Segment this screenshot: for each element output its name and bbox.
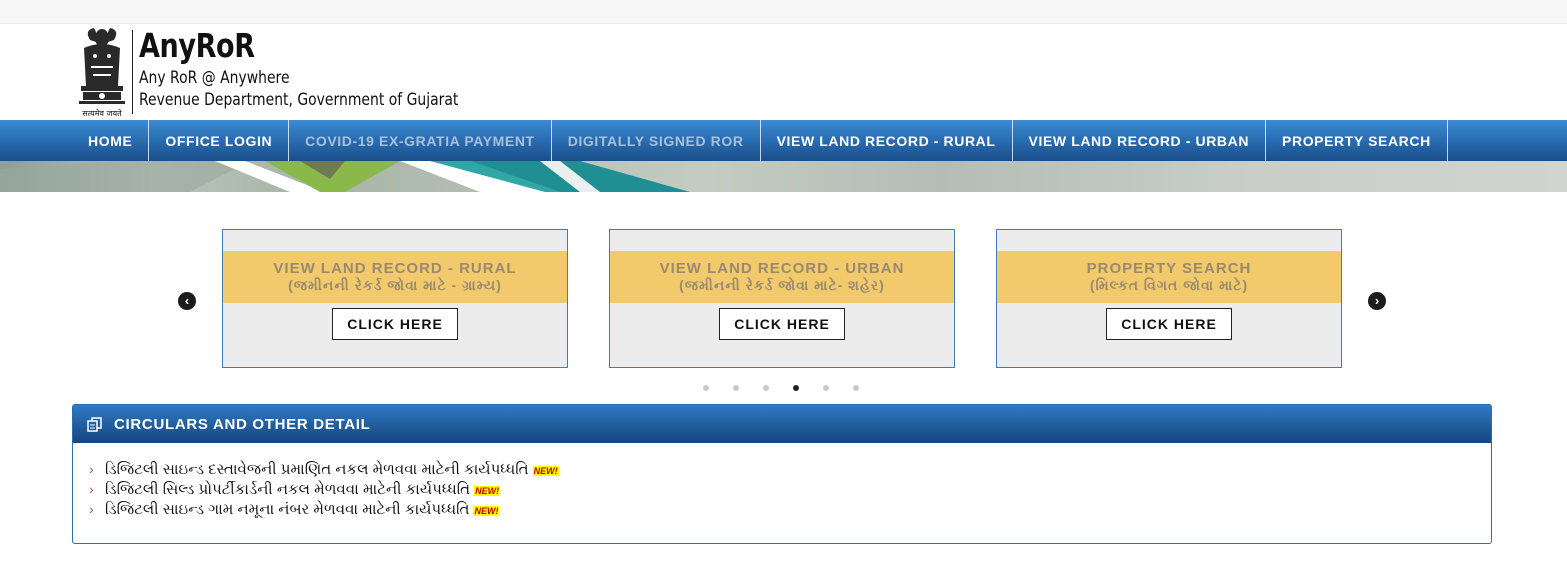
card-land-record-rural: VIEW LAND RECORD - RURAL (જમીનની રેકર્ડ … — [222, 229, 568, 368]
carousel-dot-3[interactable] — [763, 385, 769, 391]
chevron-right-icon: › — [89, 481, 94, 497]
circulars-list: › ડિજિટલી સાઇન્ડ દસ્તાવેજની પ્રમાણિત નકલ… — [73, 443, 1491, 519]
carousel-dot-5[interactable] — [823, 385, 829, 391]
circulars-panel: CIRCULARS AND OTHER DETAIL › ડિજિટલી સાઇ… — [72, 404, 1492, 544]
carousel-next-button[interactable]: › — [1368, 292, 1386, 310]
circular-link-2[interactable]: › ડિજિટલી સિલ્ડ પ્રોપર્ટીકાર્ડની નકલ મેળ… — [89, 479, 1491, 499]
nav-land-record-urban[interactable]: VIEW LAND RECORD - URBAN — [1013, 120, 1267, 161]
header-divider — [132, 30, 133, 114]
new-badge: NEW! — [473, 506, 500, 516]
chevron-right-icon: › — [1374, 293, 1380, 308]
site-header: सत्यमेव जयते AnyRoR Any RoR @ Anywhere R… — [0, 24, 1567, 120]
nav-property-search[interactable]: PROPERTY SEARCH — [1266, 120, 1448, 161]
nav-digitally-signed-ror[interactable]: DIGITALLY SIGNED ROR — [552, 120, 761, 161]
circular-text: ડિજિટલી સાઇન્ડ દસ્તાવેજની પ્રમાણિત નકલ મ… — [105, 460, 529, 478]
card-band: VIEW LAND RECORD - RURAL (જમીનની રેકર્ડ … — [223, 251, 567, 303]
carousel-dot-6[interactable] — [853, 385, 859, 391]
copy-icon — [87, 416, 102, 432]
card-title: VIEW LAND RECORD - URBAN — [659, 260, 905, 277]
card-title: PROPERTY SEARCH — [1086, 260, 1252, 277]
nav-land-record-rural[interactable]: VIEW LAND RECORD - RURAL — [761, 120, 1013, 161]
card-subtitle: (જમીનની રેકર્ડ જોવા માટે- શહેર) — [679, 277, 885, 293]
card-band: VIEW LAND RECORD - URBAN (જમીનની રેકર્ડ … — [610, 251, 954, 303]
carousel-dot-1[interactable] — [703, 385, 709, 391]
nav-covid-ex-gratia[interactable]: COVID-19 EX-GRATIA PAYMENT — [289, 120, 552, 161]
nav-home[interactable]: HOME — [72, 120, 150, 161]
click-here-button-rural[interactable]: CLICK HERE — [332, 308, 458, 340]
card-band: PROPERTY SEARCH (મિલ્કત વિગત જોવા માટે) — [997, 251, 1341, 303]
main-navbar: HOME OFFICE LOGIN COVID-19 EX-GRATIA PAY… — [0, 120, 1567, 161]
emblem-caption: सत्यमेव जयते — [82, 108, 122, 118]
click-here-button-urban[interactable]: CLICK HERE — [719, 308, 845, 340]
card-subtitle: (મિલ્કત વિગત જોવા માટે) — [1089, 277, 1249, 293]
carousel-prev-button[interactable]: ‹ — [178, 292, 196, 310]
card-property-search: PROPERTY SEARCH (મિલ્કત વિગત જોવા માટે) … — [996, 229, 1342, 368]
circular-link-1[interactable]: › ડિજિટલી સાઇન્ડ દસ્તાવેજની પ્રમાણિત નકલ… — [89, 459, 1491, 479]
nav-office-login[interactable]: OFFICE LOGIN — [149, 120, 290, 161]
carousel-dot-2[interactable] — [733, 385, 739, 391]
chevron-right-icon: › — [89, 501, 94, 517]
site-subtitle: Any RoR @ Anywhere — [139, 68, 290, 88]
department-name: Revenue Department, Government of Gujara… — [139, 90, 459, 110]
banner-graphic — [0, 161, 690, 192]
click-here-button-property[interactable]: CLICK HERE — [1106, 308, 1232, 340]
chevron-right-icon: › — [89, 461, 94, 477]
circular-link-3[interactable]: › ડિજિટલી સાઇન્ડ ગામ નમૂના નંબર મેળવવા મ… — [89, 499, 1491, 519]
national-emblem-icon: सत्यमेव जयते — [79, 28, 125, 118]
new-badge: NEW! — [474, 486, 501, 496]
carousel-dot-4[interactable] — [793, 385, 799, 391]
card-title: VIEW LAND RECORD - RURAL — [273, 260, 517, 277]
chevron-left-icon: ‹ — [184, 293, 190, 308]
circular-text: ડિજિટલી સિલ્ડ પ્રોપર્ટીકાર્ડની નકલ મેળવવ… — [105, 480, 471, 498]
card-land-record-urban: VIEW LAND RECORD - URBAN (જમીનની રેકર્ડ … — [609, 229, 955, 368]
card-subtitle: (જમીનની રેકર્ડ જોવા માટે - ગ્રામ્ય) — [288, 277, 502, 293]
carousel-dots — [703, 385, 883, 391]
banner-image — [0, 161, 1567, 192]
new-badge: NEW! — [532, 466, 559, 476]
top-strip — [0, 0, 1567, 24]
circulars-header: CIRCULARS AND OTHER DETAIL — [73, 405, 1491, 443]
circulars-title: CIRCULARS AND OTHER DETAIL — [114, 415, 371, 433]
circular-text: ડિજિટલી સાઇન્ડ ગામ નમૂના નંબર મેળવવા માટ… — [105, 500, 470, 518]
site-title: AnyRoR — [139, 26, 255, 65]
